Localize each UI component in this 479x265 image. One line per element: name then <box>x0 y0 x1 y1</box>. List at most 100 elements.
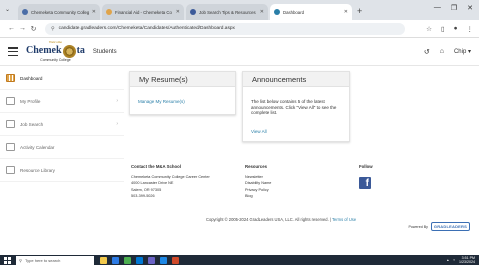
logo-brand-left: Chemek <box>26 45 62 56</box>
tab-close-icon[interactable]: ✕ <box>260 9 264 15</box>
minimize-icon[interactable]: — <box>434 4 441 12</box>
footer-link[interactable]: Newsletter <box>245 174 271 181</box>
window-controls: — ❐ ✕ <box>434 4 473 12</box>
manage-resumes-link[interactable]: Manage My Resume(s) <box>138 99 185 104</box>
footer-line: Chemeketa Community College Career Cente… <box>131 174 210 179</box>
site-info-icon[interactable]: ⚲ <box>51 26 55 32</box>
tab-favicon-icon <box>190 9 196 15</box>
sidebar-item-my-profile[interactable]: My Profile › <box>0 90 124 113</box>
teams-icon[interactable] <box>148 256 155 264</box>
footer-follow: Follow f <box>359 164 373 189</box>
new-tab-button[interactable]: + <box>357 4 362 20</box>
footer-heading: Follow <box>359 164 373 169</box>
tab-label: Dashboard <box>283 9 305 15</box>
page-title: Students <box>92 48 117 55</box>
url-field[interactable]: ⚲ candidate.gradleaders.com/Chemeketa/Ca… <box>45 22 405 35</box>
history-icon[interactable]: ↺ <box>424 48 430 56</box>
footer-resources: Resources Newsletter Disability Name Pri… <box>245 164 271 200</box>
tab-favicon-icon <box>106 9 112 15</box>
volume-icon[interactable]: ◖ <box>453 258 455 262</box>
announcements-text: The list below contains 5 of the latest … <box>251 99 337 116</box>
profile-card-icon <box>6 97 15 105</box>
tab-close-icon[interactable]: ✕ <box>176 9 180 15</box>
announcements-card: Announcements The list below contains 5 … <box>242 71 350 142</box>
logo-brand: Chemek ta <box>26 44 85 58</box>
footer-line: 4000 Lancaster Drive NE <box>131 181 174 186</box>
tab-favicon-icon <box>274 9 280 15</box>
tab-label: Financial Aid - Chemeketa Co <box>115 9 172 15</box>
calendar-icon <box>6 143 15 151</box>
view-all-link[interactable]: View All <box>251 129 267 134</box>
footer-link[interactable]: Privacy Policy <box>245 187 271 194</box>
powered-by-text: Powered By <box>408 224 428 229</box>
browser-tab[interactable]: Job Search Tips & Resources ✕ <box>186 4 268 20</box>
sidebar-item-resource-library[interactable]: Resource Library <box>0 159 124 182</box>
terms-of-use-link[interactable]: Terms of Use <box>332 217 356 222</box>
logo-subtitle: Community College <box>40 57 71 62</box>
maximize-icon[interactable]: ❐ <box>451 4 457 12</box>
edge-icon[interactable] <box>112 256 119 264</box>
sidebar-item-label: Job Search <box>20 121 44 127</box>
chrome-icon[interactable] <box>124 256 131 264</box>
dashboard-icon <box>6 74 15 82</box>
windows-start-icon[interactable] <box>4 256 11 264</box>
browser-menu-icon[interactable]: ⋮ <box>467 25 474 33</box>
library-icon <box>6 166 15 174</box>
facebook-icon[interactable]: f <box>359 176 371 189</box>
user-menu[interactable]: Chip ▾ <box>454 48 471 55</box>
store-icon[interactable] <box>136 256 143 264</box>
sidebar-panel-icon[interactable]: ▯ <box>441 25 445 33</box>
sidebar-item-label: My Profile <box>20 98 41 104</box>
reload-icon[interactable]: ↻ <box>28 25 39 33</box>
powered-by: Powered By GRADLEADERS <box>409 222 470 231</box>
search-icon: ⚲ <box>19 257 22 263</box>
browser-toolbar-right: ☆ ▯ ● ⋮ <box>426 25 473 33</box>
announcements-card-title: Announcements <box>243 72 349 87</box>
footer-line: Salem, OR 97305 <box>131 187 162 192</box>
close-window-icon[interactable]: ✕ <box>467 4 473 12</box>
taskbar-clock[interactable]: 3:51 PM 1/23/2024 <box>459 256 475 264</box>
mail-icon[interactable] <box>160 256 167 264</box>
footer-contact: Contact the M&A School Chemeketa Communi… <box>131 164 210 200</box>
copyright-line: Copyright © 2005-2024 GradLeaders USA, L… <box>206 217 356 222</box>
resume-card: My Resume(s) Manage My Resume(s) <box>129 71 236 115</box>
taskbar-apps <box>100 256 179 264</box>
browser-tab-active[interactable]: Dashboard ✕ <box>270 4 352 20</box>
browser-tab[interactable]: Chemeketa Community Colleg ✕ <box>18 4 100 20</box>
gradleaders-logo[interactable]: GRADLEADERS <box>430 222 470 231</box>
tab-label: Chemeketa Community Colleg <box>31 9 90 15</box>
chevron-right-icon: › <box>116 98 118 104</box>
clock-date: 1/23/2024 <box>459 260 475 264</box>
tab-close-icon[interactable]: ✕ <box>92 9 96 15</box>
system-tray: ▴ ◖ 3:51 PM 1/23/2024 <box>447 256 479 264</box>
sidebar-item-label: Resource Library <box>20 167 55 173</box>
briefcase-icon <box>6 120 15 128</box>
os-taskbar: ⚲ Type here to search ▴ ◖ 3:51 PM 1/23/2… <box>0 255 479 265</box>
app-header: Welcome Chemek ta Community College Stude… <box>0 38 479 66</box>
bookmark-star-icon[interactable]: ☆ <box>426 25 432 33</box>
profile-icon[interactable]: ● <box>454 25 458 33</box>
back-icon[interactable]: ← <box>6 25 17 32</box>
tab-search-icon[interactable]: ⌄ <box>5 6 10 13</box>
footer-heading: Resources <box>245 164 267 169</box>
browser-tab[interactable]: Financial Aid - Chemeketa Co ✕ <box>102 4 184 20</box>
sidebar-item-dashboard[interactable]: Dashboard <box>0 67 124 90</box>
tab-close-icon[interactable]: ✕ <box>344 9 348 15</box>
url-text: candidate.gradleaders.com/Chemeketa/Cand… <box>58 26 235 31</box>
hamburger-menu-icon[interactable] <box>8 47 18 56</box>
footer-heading: Contact the M&A School <box>131 164 181 169</box>
taskbar-search-input[interactable]: ⚲ Type here to search <box>16 255 94 265</box>
address-bar: ← → ↻ ⚲ candidate.gradleaders.com/Chemek… <box>0 20 479 38</box>
sidebar-item-job-search[interactable]: Job Search › <box>0 113 124 136</box>
logo-brand-right: ta <box>76 45 85 56</box>
office-icon[interactable] <box>172 256 179 264</box>
home-icon[interactable]: ⌂ <box>440 48 444 55</box>
footer-link[interactable]: Disability Name <box>245 180 271 187</box>
footer-link[interactable]: Blog <box>245 193 271 200</box>
sidebar-item-activity-calendar[interactable]: Activity Calendar <box>0 136 124 159</box>
sidebar-item-label: Activity Calendar <box>20 144 55 150</box>
forward-icon[interactable]: → <box>17 25 28 32</box>
college-logo[interactable]: Welcome Chemek ta Community College <box>26 40 85 62</box>
network-icon[interactable]: ▴ <box>447 258 449 262</box>
file-explorer-icon[interactable] <box>100 256 107 264</box>
